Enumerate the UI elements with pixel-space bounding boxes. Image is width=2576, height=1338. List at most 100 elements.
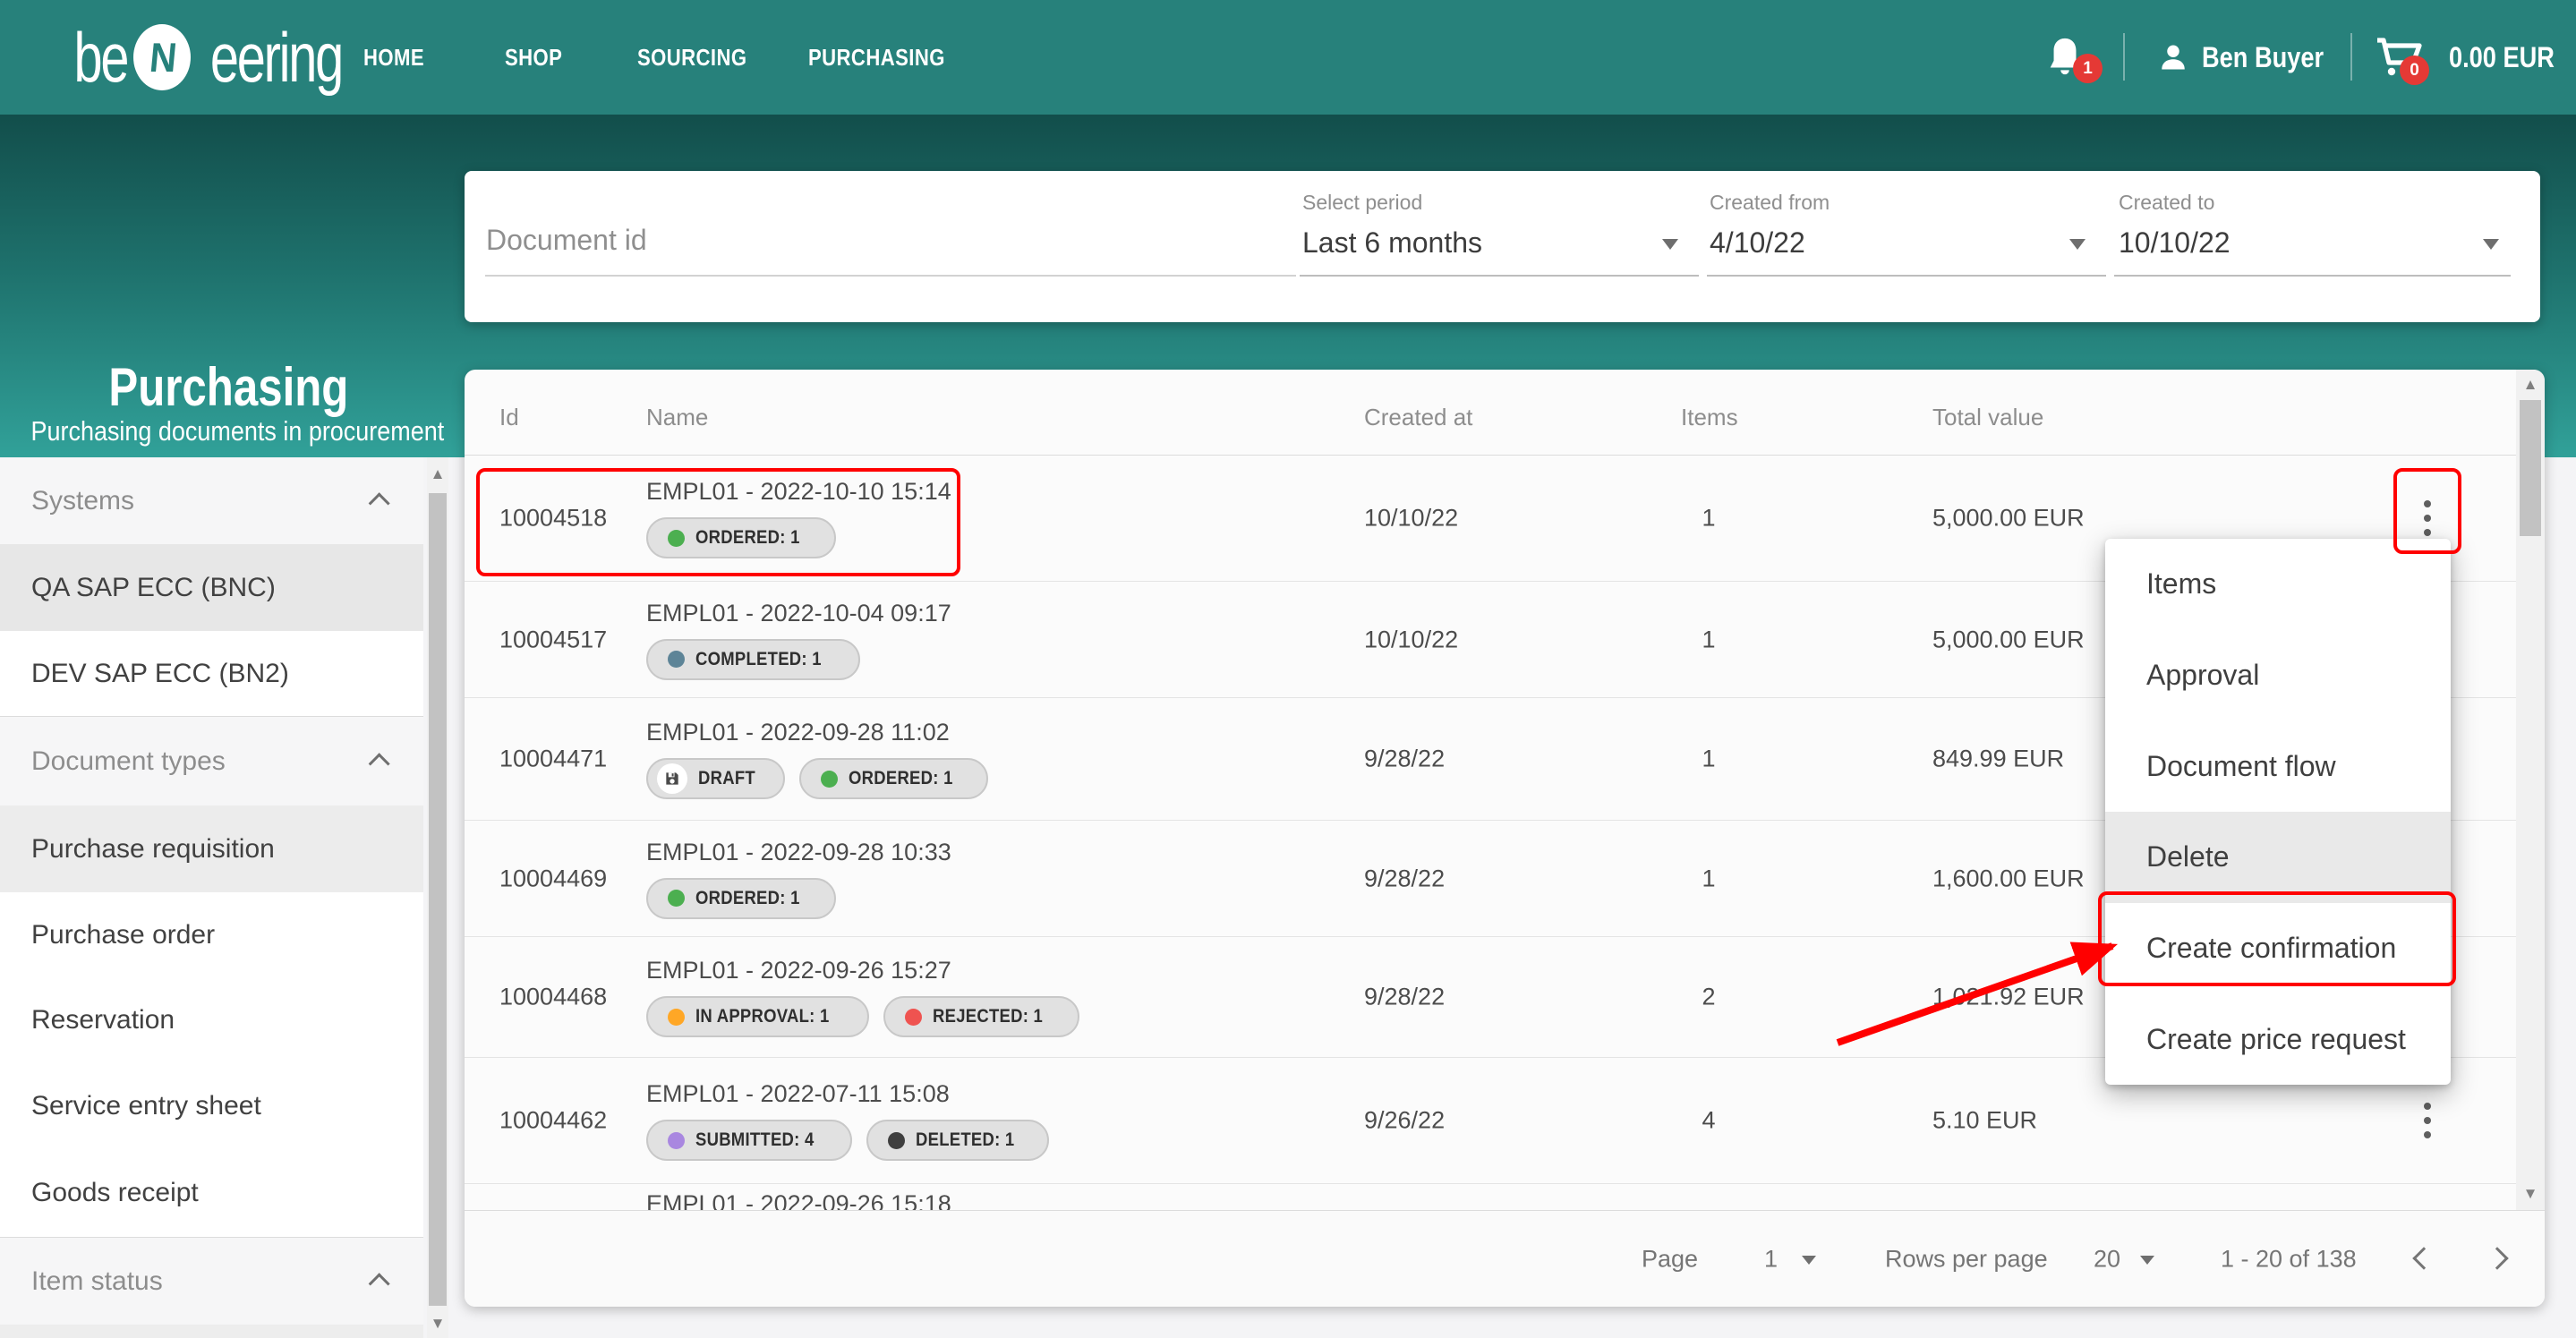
sidebar: Systems QA SAP ECC (BNC) DEV SAP ECC (BN… [0,457,423,1338]
logo-text-prefix: be [73,17,127,98]
chevron-up-icon [369,492,390,514]
row-context-menu: Items Approval Document flow Delete Crea… [2105,539,2451,1085]
input-underline [485,275,1296,277]
row-created-at: 9/26/22 [1364,1107,1445,1135]
draft-save-icon [657,763,687,794]
status-dot-icon [668,890,685,907]
input-underline [1300,275,1699,277]
status-badge: SUBMITTED: 4 [646,1120,852,1161]
notification-count-badge: 1 [2073,54,2103,83]
row-created-at: 9/28/22 [1364,746,1445,773]
input-underline [1707,275,2106,277]
sidebar-scrollbar-thumb[interactable] [429,493,447,1306]
next-page-icon[interactable] [2486,1247,2508,1269]
row-name-cell: EMPL01 - 2022-10-10 15:14 ORDERED: 1 [646,478,951,558]
sidebar-section-systems[interactable]: Systems [0,457,423,544]
menu-item-create-confirmation[interactable]: Create confirmation [2105,903,2451,994]
sidebar-item-service-entry-sheet[interactable]: Service entry sheet [0,1063,423,1149]
page-title: Purchasing [0,356,456,418]
pagination-bar: Page 1 Rows per page 20 1 - 20 of 138 [465,1210,2545,1307]
row-name: EMPL01 - 2022-09-26 15:18 [646,1190,951,1210]
row-actions-kebab-icon[interactable] [2410,493,2445,543]
document-id-input[interactable] [486,217,1274,262]
chevron-down-icon[interactable] [1802,1256,1816,1265]
status-badge: ORDERED: 1 [799,758,989,799]
cart-count-badge: 0 [2400,55,2429,85]
status-dot-icon [668,1009,685,1026]
user-name: Ben Buyer [2202,41,2324,74]
scroll-down-icon[interactable]: ▼ [2516,1186,2545,1201]
column-header-id: Id [499,404,519,431]
status-badge: DELETED: 1 [866,1120,1050,1161]
status-badge: ORDERED: 1 [646,517,836,558]
table-scrollbar-thumb[interactable] [2520,400,2541,536]
select-period-value[interactable]: Last 6 months [1302,226,1482,260]
sidebar-item-purchase-order[interactable]: Purchase order [0,892,423,977]
chevron-down-icon[interactable] [2140,1256,2154,1265]
menu-item-items[interactable]: Items [2105,539,2451,630]
logo-n-mark-icon: N [133,24,191,90]
menu-item-delete[interactable]: Delete [2105,812,2451,903]
scroll-up-icon[interactable]: ▲ [427,466,448,482]
sidebar-item-goods-receipt[interactable]: Goods receipt [0,1149,423,1237]
topbar-divider [2123,33,2125,81]
filter-panel: Select period Last 6 months Created from… [465,171,2540,322]
sidebar-item-purchase-requisition[interactable]: Purchase requisition [0,805,423,892]
row-id: 10004517 [499,626,607,653]
page-select-value[interactable]: 1 [1764,1245,1778,1273]
sidebar-item-qa-sap-ecc-bnc[interactable]: QA SAP ECC (BNC) [0,544,423,631]
row-items-count: 1 [1677,505,1740,533]
sidebar-section-item-status[interactable]: Item status [0,1237,423,1325]
user-menu-button[interactable]: Ben Buyer [2157,0,2345,115]
chevron-down-icon[interactable] [2483,239,2499,250]
scroll-down-icon[interactable]: ▼ [427,1316,448,1331]
rows-per-page-label: Rows per page [1885,1245,2048,1273]
nav-purchasing[interactable]: PURCHASING [808,0,969,115]
pagination-range: 1 - 20 of 138 [2221,1245,2357,1273]
row-total-value: 1,600.00 EUR [1932,865,2085,892]
sidebar-item-dev-sap-ecc-bn2[interactable]: DEV SAP ECC (BN2) [0,631,423,716]
app-logo[interactable]: be N eering [64,0,365,115]
created-from-value[interactable]: 4/10/22 [1710,226,1805,260]
user-icon [2157,41,2189,73]
status-badge-draft: DRAFT [646,758,785,799]
rows-per-page-value[interactable]: 20 [2094,1245,2120,1273]
row-total-value: 849.99 EUR [1932,746,2064,773]
row-name-cell: EMPL01 - 2022-09-26 15:27 IN APPROVAL: 1… [646,957,1079,1037]
nav-sourcing[interactable]: SOURCING [637,0,766,115]
menu-item-approval[interactable]: Approval [2105,630,2451,721]
row-id: 10004518 [499,505,607,533]
column-header-name: Name [646,404,708,431]
row-name-cell: EMPL01 - 2022-09-28 10:33 ORDERED: 1 [646,839,951,919]
row-created-at: 10/10/22 [1364,626,1458,653]
sidebar-item-reservation[interactable]: Reservation [0,977,423,1063]
table-row-partial[interactable]: EMPL01 - 2022-09-26 15:18 [465,1184,2516,1210]
table-scrollbar[interactable]: ▲ ▼ [2516,370,2545,1210]
nav-home[interactable]: HOME [363,0,435,115]
created-to-value[interactable]: 10/10/22 [2119,226,2231,260]
sidebar-scrollbar[interactable]: ▲ ▼ [427,457,448,1338]
row-items-count: 1 [1677,626,1740,653]
status-dot-icon [888,1132,905,1149]
row-actions-kebab-icon[interactable] [2410,1095,2445,1146]
logo-text-suffix: eering [210,17,342,98]
created-to-label: Created to [2119,191,2214,215]
status-dot-icon [668,651,685,668]
status-badge: ORDERED: 1 [646,878,836,919]
column-header-items: Items [1681,404,1738,431]
status-dot-icon [668,530,685,547]
sidebar-section-document-types[interactable]: Document types [0,716,423,805]
row-name-cell: EMPL01 - 2022-09-28 11:02 DRAFT [646,719,988,799]
menu-item-document-flow[interactable]: Document flow [2105,720,2451,812]
previous-page-icon[interactable] [2412,1247,2435,1269]
chevron-down-icon[interactable] [2069,239,2086,250]
row-created-at: 10/10/22 [1364,505,1458,533]
chevron-up-icon [369,753,390,774]
nav-shop[interactable]: SHOP [505,0,573,115]
row-total-value: 1,021.92 EUR [1932,984,2085,1011]
chevron-down-icon[interactable] [1662,239,1678,250]
status-badge: REJECTED: 1 [883,996,1079,1037]
menu-item-create-price-request[interactable]: Create price request [2105,993,2451,1085]
scroll-up-icon[interactable]: ▲ [2516,377,2545,392]
row-items-count: 2 [1677,984,1740,1011]
